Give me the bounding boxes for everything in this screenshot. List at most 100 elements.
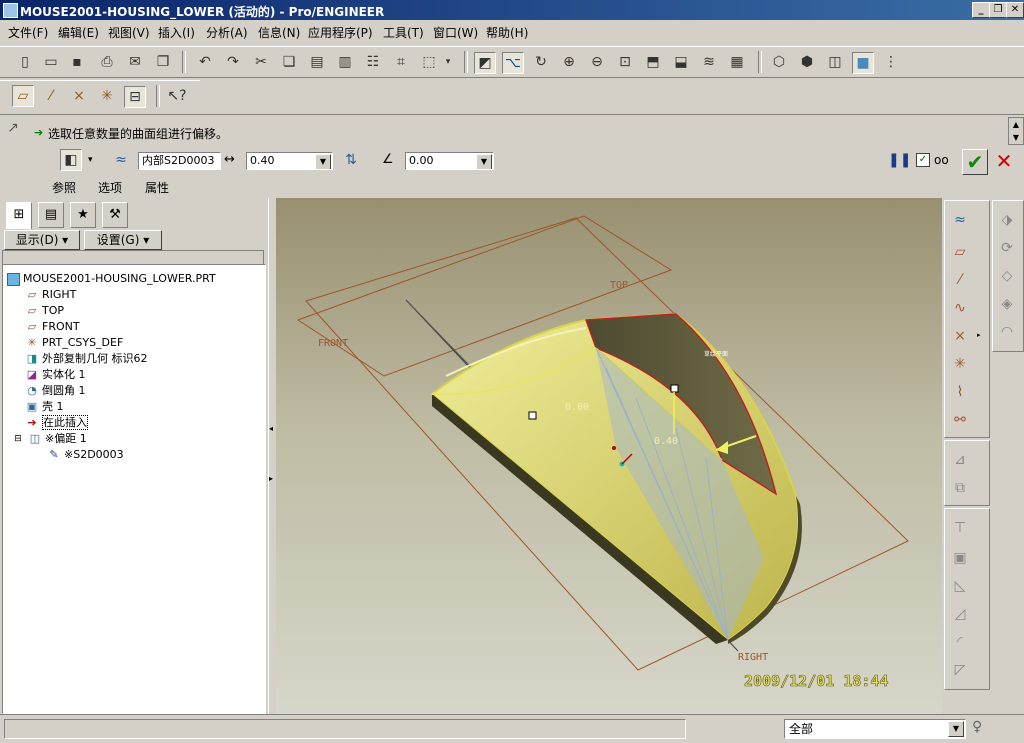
paste-icon[interactable]: ▤: [306, 51, 328, 73]
menu-tools[interactable]: 工具(T): [383, 24, 424, 41]
app-icon[interactable]: [3, 3, 18, 18]
datum-axis-tool-icon[interactable]: ⁄: [949, 269, 971, 291]
sketched-datum-curve-icon[interactable]: ≈: [949, 209, 971, 231]
tab-references[interactable]: 参照: [52, 179, 76, 196]
offset-distance-dropdown[interactable]: ▼: [315, 154, 331, 169]
tree-item-solidify[interactable]: ◪ 实体化 1: [25, 367, 86, 383]
cut-icon[interactable]: ✂: [250, 51, 272, 73]
zoom-in-icon[interactable]: ⊕: [558, 51, 580, 73]
point-display-icon[interactable]: ×: [68, 85, 90, 107]
restore-button[interactable]: ❐: [989, 2, 1007, 18]
datum-curve-tool-icon[interactable]: ∿: [949, 297, 971, 319]
spin-center-icon[interactable]: ⌥: [502, 52, 524, 74]
graphics-window[interactable]: TOP FRONT RIGHT 0.00 0.40 草绘平面 2009/12/0…: [276, 198, 942, 714]
angle-dimension[interactable]: 0.00: [565, 402, 589, 413]
expand-icon[interactable]: ⊟: [11, 432, 25, 446]
context-help-icon[interactable]: ↖?: [166, 85, 188, 107]
pause-icon[interactable]: ❚❚: [888, 149, 911, 171]
chain-icon[interactable]: ⚯: [949, 409, 971, 431]
open-icon[interactable]: ▭: [40, 51, 62, 73]
menu-applications[interactable]: 应用程序(P): [308, 24, 373, 41]
send-icon[interactable]: ✉: [124, 51, 146, 73]
datum-axis-display-icon[interactable]: ⁄: [40, 85, 62, 107]
csys-display-icon[interactable]: ✳: [96, 85, 118, 107]
analysis-feature-icon[interactable]: ⌇: [949, 381, 971, 403]
chamfer-tool-icon[interactable]: ◸: [949, 659, 971, 681]
copy-icon[interactable]: ❐: [152, 51, 174, 73]
datum-plane-tool-icon[interactable]: ▱: [949, 241, 971, 263]
revolve-tool-icon[interactable]: ⟳: [996, 237, 1018, 259]
select-box-icon[interactable]: ⬚: [418, 51, 440, 73]
hidden-line-icon[interactable]: ⬢: [796, 51, 818, 73]
boundary-blend-icon[interactable]: ◈: [996, 293, 1018, 315]
mirror-tool-icon[interactable]: ⊿: [949, 449, 971, 471]
rib-tool-icon[interactable]: ◺: [949, 575, 971, 597]
menu-file[interactable]: 文件(F): [8, 24, 48, 41]
drag-handle-1[interactable]: [528, 411, 537, 420]
zoom-out-icon[interactable]: ⊖: [586, 51, 608, 73]
offset-dimension[interactable]: 0.40: [654, 436, 678, 447]
show-button[interactable]: 显示(D) ▾: [4, 230, 80, 250]
merge-tool-icon[interactable]: ⧉: [949, 477, 971, 499]
glasses-icon[interactable]: oo: [934, 153, 949, 167]
datum-point-tool-icon[interactable]: ×: [949, 325, 971, 347]
tree-item-offset[interactable]: ⊟ ◫ ※偏距 1: [11, 431, 87, 447]
tree-item-shell[interactable]: ▣ 壳 1: [25, 399, 64, 415]
find-icon[interactable]: ⌗: [390, 51, 412, 73]
dropdown-icon[interactable]: ▾: [442, 51, 454, 73]
layers-icon[interactable]: ≋: [698, 51, 720, 73]
copy2-icon[interactable]: ❏: [278, 51, 300, 73]
hole-tool-icon[interactable]: ⊤: [949, 517, 971, 539]
collapse-left-icon[interactable]: ◂: [269, 424, 273, 433]
offset-distance-field[interactable]: 0.40 ▼: [246, 152, 333, 170]
offset-type-icon[interactable]: ◧: [60, 149, 82, 171]
message-scroll[interactable]: ▲ ▼: [1008, 117, 1024, 145]
redo-icon[interactable]: ↷: [222, 51, 244, 73]
save-icon[interactable]: ▪: [66, 51, 88, 73]
tree-item-insert-here[interactable]: ➔ 在此插入: [25, 415, 88, 431]
print-icon[interactable]: ⎙: [96, 51, 118, 73]
menu-info[interactable]: 信息(N): [258, 24, 300, 41]
menu-insert[interactable]: 插入(I): [158, 24, 195, 41]
tab-folder-browser-icon[interactable]: ▤: [38, 202, 64, 228]
menu-analysis[interactable]: 分析(A): [206, 24, 248, 41]
csys-tool-icon[interactable]: ✳: [949, 353, 971, 375]
model-tree-icon[interactable]: ⋮: [880, 51, 902, 73]
surface-reference-field[interactable]: 内部S2D0003: [138, 152, 221, 170]
draft-tool-icon[interactable]: ◿: [949, 603, 971, 625]
variable-sweep-icon[interactable]: ◇: [996, 265, 1018, 287]
point-flyout-icon[interactable]: ▸: [977, 331, 981, 339]
round-tool-icon[interactable]: ◜: [949, 631, 971, 653]
orient-icon[interactable]: ↻: [530, 51, 552, 73]
close-window-button[interactable]: ✕: [1006, 2, 1024, 18]
datum-plane-display-icon[interactable]: ▱: [12, 85, 34, 107]
shell-tool-icon[interactable]: ▣: [949, 547, 971, 569]
undo-icon[interactable]: ↶: [194, 51, 216, 73]
annotation-display-icon[interactable]: ⊟: [124, 86, 146, 108]
tree-item-top[interactable]: ▱ TOP: [25, 303, 64, 319]
apply-button[interactable]: ✔: [962, 149, 988, 175]
settings-button[interactable]: 设置(G) ▾: [84, 230, 162, 250]
wireframe-icon[interactable]: ⬡: [768, 51, 790, 73]
collapse-right-icon[interactable]: ▸: [269, 474, 273, 483]
menu-view[interactable]: 视图(V): [108, 24, 150, 41]
new-icon[interactable]: ▯: [14, 51, 36, 73]
minimize-button[interactable]: _: [972, 2, 990, 18]
tree-item-sketch[interactable]: ✎ ※S2D0003: [47, 447, 123, 463]
selection-filter[interactable]: 全部 ▼: [784, 719, 966, 739]
appearance-icon[interactable]: ▦: [726, 51, 748, 73]
menu-window[interactable]: 窗口(W): [433, 24, 478, 41]
angle-dropdown[interactable]: ▼: [476, 154, 492, 169]
shading-icon[interactable]: ■: [852, 52, 874, 74]
paste-special-icon[interactable]: ▥: [334, 51, 356, 73]
filter-dropdown[interactable]: ▼: [948, 721, 964, 737]
cancel-icon[interactable]: ✕: [994, 151, 1014, 171]
flip-direction-icon[interactable]: ⇅: [340, 149, 362, 171]
style-tool-icon[interactable]: ◠: [996, 321, 1018, 343]
menu-help[interactable]: 帮助(H): [486, 24, 528, 41]
regenerate-icon[interactable]: ☷: [362, 51, 384, 73]
tree-item-round[interactable]: ◔ 倒圆角 1: [25, 383, 85, 399]
tree-item-csys[interactable]: ✳ PRT_CSYS_DEF: [25, 335, 123, 351]
repaint-icon[interactable]: ◩: [474, 52, 496, 74]
tree-item-part[interactable]: MOUSE2001-HOUSING_LOWER.PRT: [7, 271, 216, 287]
